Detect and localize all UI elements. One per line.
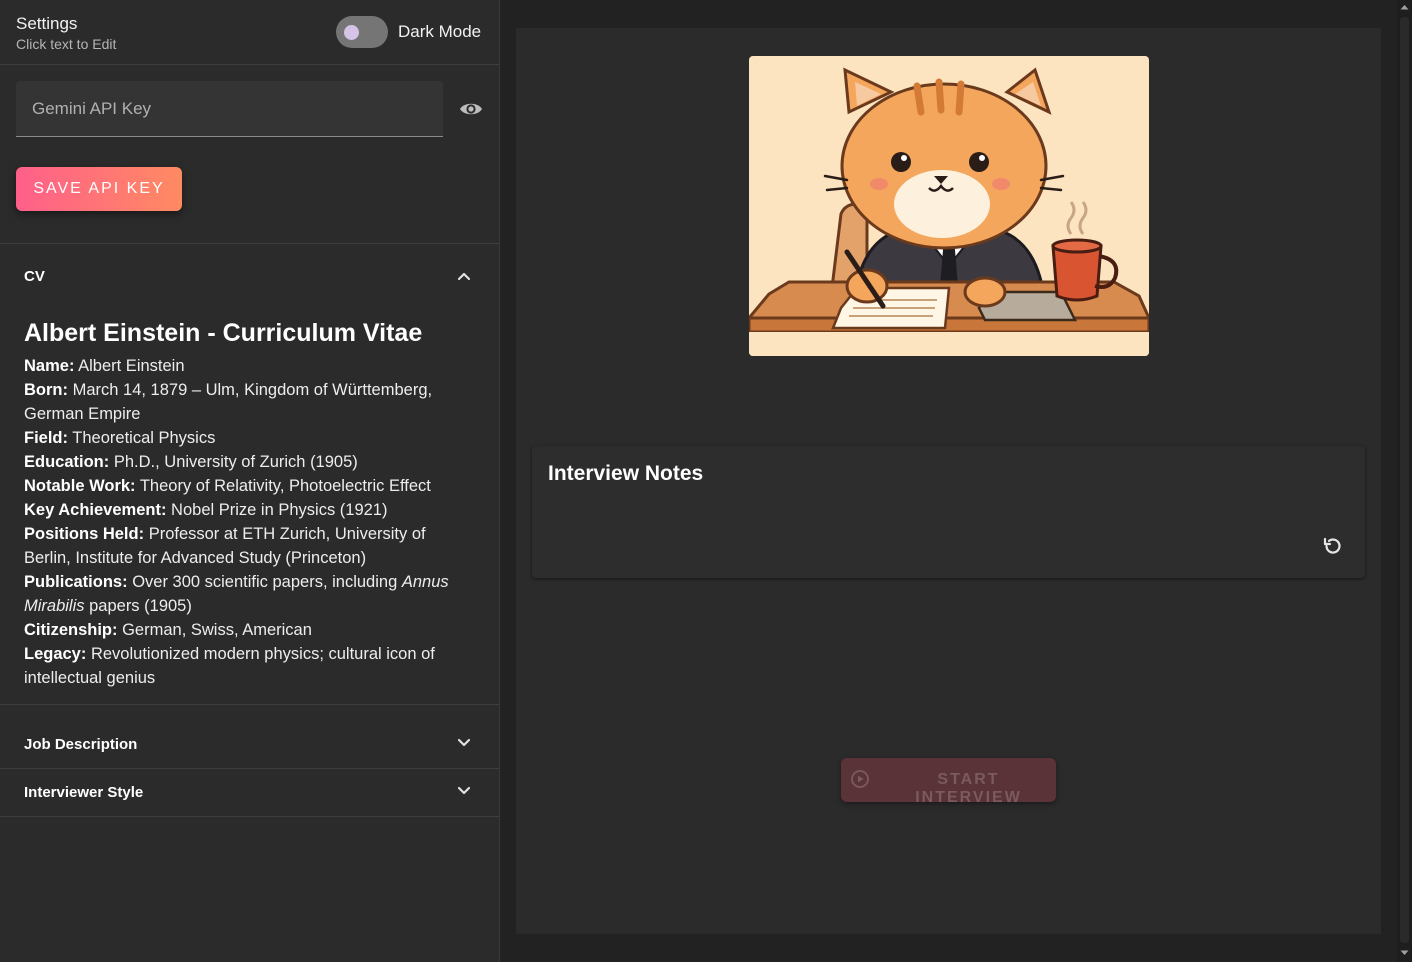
interviewer-cat-illustration	[749, 56, 1149, 356]
start-interview-button[interactable]: START INTERVIEW	[841, 758, 1056, 806]
cv-field: Legacy: Revolutionized modern physics; c…	[24, 642, 476, 690]
job-description-title: Job Description	[24, 736, 138, 753]
cv-field-label: Citizenship:	[24, 621, 118, 639]
start-interview-label: START INTERVIEW	[915, 771, 1022, 806]
cv-field-label: Education:	[24, 453, 110, 471]
play-circle-icon	[851, 770, 869, 788]
cv-field-value: Over 300 scientific papers, including	[132, 573, 398, 591]
cv-field-label: Field:	[24, 429, 68, 447]
api-key-field[interactable]	[16, 81, 443, 137]
eye-icon[interactable]	[458, 97, 484, 121]
cv-field: Notable Work: Theory of Relativity, Phot…	[24, 474, 476, 498]
dark-mode-toggle[interactable]	[336, 16, 388, 48]
settings-subtitle: Click text to Edit	[16, 36, 117, 52]
cv-field-label: Name:	[24, 357, 75, 375]
cv-field-value: Ph.D., University of Zurich (1905)	[113, 453, 358, 471]
cv-accordion-title: CV	[24, 268, 45, 285]
cv-field-label: Key Achievement:	[24, 501, 167, 519]
job-description-accordion-header[interactable]: Job Description	[0, 720, 499, 768]
interview-notes-title: Interview Notes	[548, 462, 704, 485]
page-scrollbar[interactable]	[1397, 0, 1412, 962]
divider	[0, 704, 499, 705]
toggle-knob	[344, 25, 359, 40]
cv-accordion-header[interactable]: CV	[0, 252, 499, 300]
scroll-down-arrow-icon[interactable]	[1397, 945, 1412, 960]
cv-field: Citizenship: German, Swiss, American	[24, 618, 476, 642]
cv-field-value: Theory of Relativity, Photoelectric Effe…	[139, 477, 431, 495]
cv-field-label: Publications:	[24, 573, 128, 591]
cv-field: Education: Ph.D., University of Zurich (…	[24, 450, 476, 474]
cv-field-value: Revolutionized modern physics; cultural …	[24, 645, 435, 687]
cv-field-value: Nobel Prize in Physics (1921)	[171, 501, 388, 519]
cv-field: Positions Held: Professor at ETH Zurich,…	[24, 522, 476, 570]
cv-field-label: Born:	[24, 381, 68, 399]
refresh-icon[interactable]	[1321, 534, 1345, 558]
settings-header: Settings Click text to Edit Dark Mode	[0, 0, 499, 65]
interview-notes-card: Interview Notes	[532, 446, 1365, 578]
scroll-up-arrow-icon[interactable]	[1397, 0, 1412, 15]
cv-field-value: Albert Einstein	[78, 357, 185, 375]
cv-field: Field: Theoretical Physics	[24, 426, 476, 450]
api-key-input[interactable]	[16, 81, 443, 136]
divider	[0, 243, 499, 244]
cv-heading: Albert Einstein - Curriculum Vitae	[24, 319, 423, 347]
settings-title[interactable]: Settings	[16, 14, 77, 34]
cv-content: Albert Einstein - Curriculum Vitae Name:…	[24, 318, 476, 690]
cv-field-value: March 14, 1879 – Ulm, Kingdom of Württem…	[24, 381, 433, 423]
cv-field: Born: March 14, 1879 – Ulm, Kingdom of W…	[24, 378, 476, 426]
cv-field: Publications: Over 300 scientific papers…	[24, 570, 476, 618]
interviewer-style-accordion-header[interactable]: Interviewer Style	[0, 768, 499, 816]
dark-mode-label: Dark Mode	[398, 22, 482, 41]
cv-field: Name: Albert Einstein	[24, 354, 476, 378]
chevron-down-icon	[457, 786, 471, 795]
cv-field-value: papers (1905)	[89, 597, 192, 615]
scrollbar-thumb[interactable]	[1400, 17, 1409, 943]
interviewer-style-title: Interviewer Style	[24, 784, 144, 801]
save-api-key-button[interactable]: SAVE API KEY	[16, 167, 182, 211]
divider	[0, 816, 499, 817]
cv-field: Key Achievement: Nobel Prize in Physics …	[24, 498, 476, 522]
chevron-up-icon	[457, 272, 471, 281]
settings-sidebar: Settings Click text to Edit Dark Mode SA…	[0, 0, 500, 962]
chevron-down-icon	[457, 738, 471, 747]
cv-field-value: German, Swiss, American	[122, 621, 312, 639]
cv-field-label: Notable Work:	[24, 477, 136, 495]
cv-field-value: Theoretical Physics	[72, 429, 216, 447]
cv-field-label: Legacy:	[24, 645, 87, 663]
cv-field-label: Positions Held:	[24, 525, 145, 543]
